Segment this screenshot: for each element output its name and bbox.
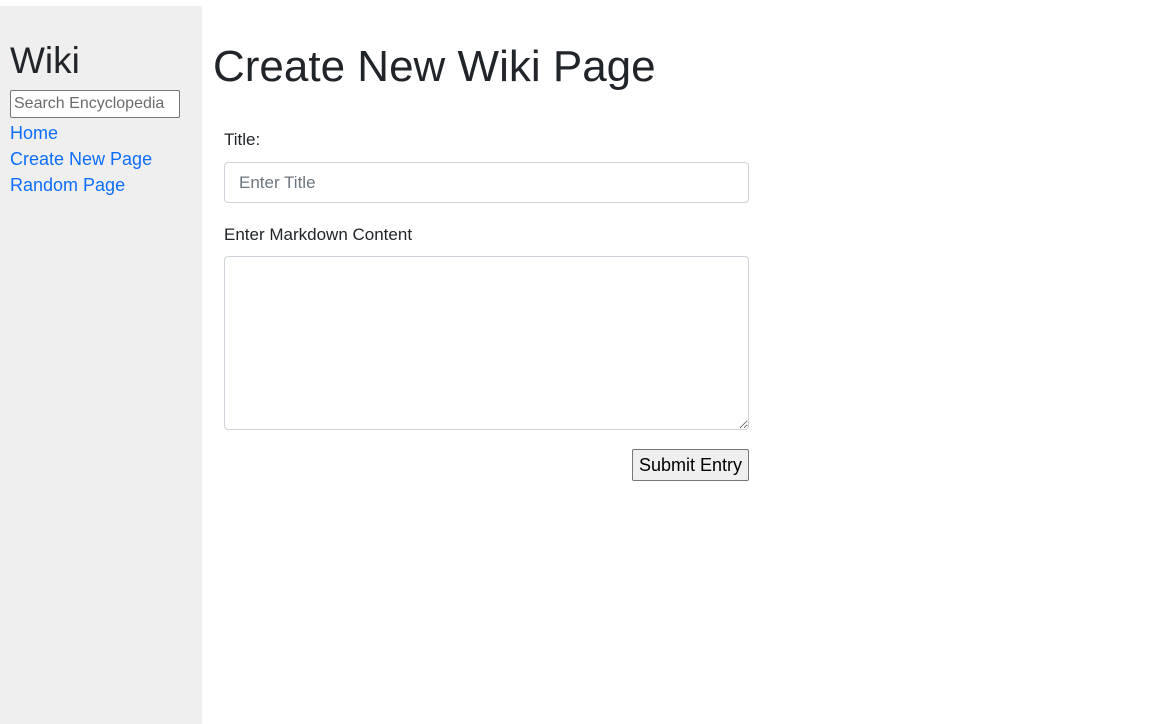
search-input[interactable] [10,90,180,118]
markdown-content-textarea[interactable] [224,256,749,430]
nav-link-create-new-page[interactable]: Create New Page [10,148,152,170]
nav-link-home[interactable]: Home [10,122,58,144]
sidebar: Wiki Home Create New Page Random Page [0,6,202,724]
submit-entry-button[interactable]: Submit Entry [632,449,749,481]
title-input[interactable] [224,162,749,203]
title-label: Title: [224,130,261,149]
content-label: Enter Markdown Content [224,225,413,244]
page-title: Create New Wiki Page [213,42,656,91]
wiki-title: Wiki [10,40,80,81]
nav-link-random-page[interactable]: Random Page [10,174,125,196]
